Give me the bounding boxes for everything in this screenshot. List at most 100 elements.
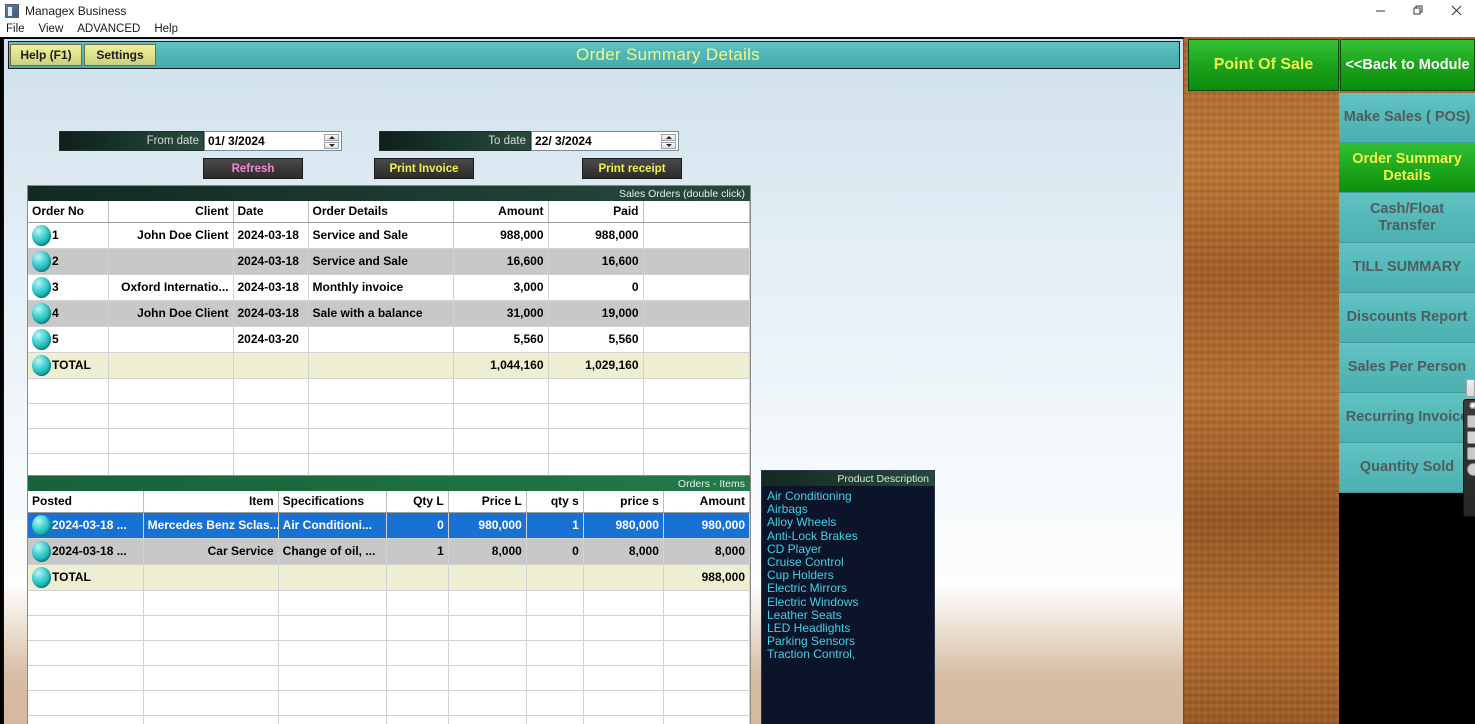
cell-paid: 0 <box>548 274 643 300</box>
row-indicator-cell[interactable]: 3 <box>28 274 108 300</box>
close-icon[interactable] <box>1437 0 1475 21</box>
table-row[interactable]: 1 John Doe Client 2024-03-18 Service and… <box>28 222 750 248</box>
col-specifications[interactable]: Specifications <box>278 491 386 512</box>
cell-qty-l: 1 <box>386 538 448 564</box>
row-indicator-cell[interactable]: 2 <box>28 248 108 274</box>
toolbar-button-1-icon[interactable] <box>1467 415 1475 428</box>
row-indicator-cell[interactable]: 2024-03-18 ... <box>28 538 143 564</box>
list-item[interactable]: Anti-Lock Brakes <box>767 530 930 543</box>
from-date-input[interactable]: 01/ 3/2024 <box>204 131 342 151</box>
cell-total-item <box>143 564 278 590</box>
scrollbar-thumb[interactable] <box>1466 379 1475 397</box>
col-client[interactable]: Client <box>108 201 233 222</box>
col-date[interactable]: Date <box>233 201 308 222</box>
col-qty-l[interactable]: Qty L <box>386 491 448 512</box>
cell-order-no: 4 <box>52 306 59 320</box>
spinner-up-icon[interactable] <box>324 134 339 141</box>
cell-price-s: 8,000 <box>583 538 663 564</box>
sidebar-item-make-sales[interactable]: Make Sales ( POS) <box>1339 93 1475 143</box>
menu-item-view[interactable]: View <box>39 23 64 35</box>
col-order-no[interactable]: Order No <box>28 201 108 222</box>
list-item[interactable]: Alloy Wheels <box>767 516 930 529</box>
print-receipt-button[interactable]: Print receipt <box>582 158 682 179</box>
sidebar-item-sales-per-person[interactable]: Sales Per Person <box>1339 343 1475 393</box>
menu-item-advanced[interactable]: ADVANCED <box>77 23 140 35</box>
form-toolbar: Help (F1) Settings Order Summary Details <box>8 41 1180 69</box>
spinner-down-icon[interactable] <box>324 142 339 149</box>
row-bullet-icon <box>32 251 51 272</box>
col-paid[interactable]: Paid <box>548 201 643 222</box>
cell-total-label: TOTAL <box>52 358 91 372</box>
col-price-l[interactable]: Price L <box>448 491 526 512</box>
settings-button[interactable]: Settings <box>84 44 156 66</box>
col-amount[interactable]: Amount <box>453 201 548 222</box>
cell-client: Oxford Internatio... <box>108 274 233 300</box>
table-row[interactable]: 3 Oxford Internatio... 2024-03-18 Monthl… <box>28 274 750 300</box>
sales-orders-header-row: Order No Client Date Order Details Amoun… <box>28 201 750 222</box>
menu-item-file[interactable]: File <box>6 23 25 35</box>
empty-cell <box>143 590 278 615</box>
table-row-empty[interactable] <box>28 615 750 640</box>
toolbar-button-3-icon[interactable] <box>1467 447 1475 460</box>
toolbar-button-2-icon[interactable] <box>1467 431 1475 444</box>
to-date-input[interactable]: 22/ 3/2024 <box>531 131 679 151</box>
table-row-selected[interactable]: 2024-03-18 ... Mercedes Benz Sclas... Ai… <box>28 512 750 538</box>
row-indicator-cell[interactable]: 2024-03-18 ... <box>28 512 143 538</box>
row-indicator-cell[interactable]: 5 <box>28 326 108 352</box>
table-row-empty[interactable] <box>28 690 750 715</box>
sidebar-item-recurring-invoice[interactable]: Recurring Invoice <box>1339 393 1475 443</box>
back-to-module-label: <<Back to Module <box>1345 57 1469 73</box>
col-order-details[interactable]: Order Details <box>308 201 453 222</box>
sidebar-item-order-summary-details[interactable]: Order Summary Details <box>1339 143 1475 193</box>
restore-icon[interactable] <box>1399 0 1437 21</box>
back-to-module-button[interactable]: <<Back to Module <box>1340 39 1475 91</box>
to-date-spinner[interactable] <box>661 134 676 149</box>
col-qty-s[interactable]: qty s <box>526 491 583 512</box>
point-of-sale-button[interactable]: Point Of Sale <box>1188 39 1339 91</box>
cell-date: 2024-03-20 <box>233 326 308 352</box>
sidebar-item-label: Quantity Sold <box>1360 459 1454 476</box>
col-item-amount[interactable]: Amount <box>663 491 749 512</box>
table-row-empty[interactable] <box>28 640 750 665</box>
list-item[interactable]: Electric Mirrors <box>767 582 930 595</box>
table-row[interactable]: 2 2024-03-18 Service and Sale 16,600 16,… <box>28 248 750 274</box>
table-row[interactable]: 4 John Doe Client 2024-03-18 Sale with a… <box>28 300 750 326</box>
table-row-empty[interactable] <box>28 665 750 690</box>
spinner-up-icon[interactable] <box>661 134 676 141</box>
row-indicator-cell[interactable]: 4 <box>28 300 108 326</box>
table-row-empty[interactable] <box>28 590 750 615</box>
col-price-s[interactable]: price s <box>583 491 663 512</box>
col-posted[interactable]: Posted <box>28 491 143 512</box>
sidebar-item-quantity-sold[interactable]: Quantity Sold <box>1339 443 1475 493</box>
row-indicator-cell[interactable]: 1 <box>28 222 108 248</box>
refresh-button[interactable]: Refresh <box>203 158 303 179</box>
menubar: File View ADVANCED Help <box>0 21 1475 37</box>
col-item[interactable]: Item <box>143 491 278 512</box>
table-row[interactable]: 2024-03-18 ... Car Service Change of oil… <box>28 538 750 564</box>
spinner-down-icon[interactable] <box>661 142 676 149</box>
product-description-list[interactable]: Air Conditioning Airbags Alloy Wheels An… <box>762 486 934 666</box>
order-items-grid[interactable]: Orders - Items Posted Item Specification… <box>27 475 751 724</box>
minimize-icon[interactable] <box>1361 0 1399 21</box>
sidebar-item-discounts-report[interactable]: Discounts Report <box>1339 293 1475 343</box>
print-invoice-button[interactable]: Print Invoice <box>374 158 474 179</box>
print-receipt-button-label: Print receipt <box>598 163 665 175</box>
from-date-spinner[interactable] <box>324 134 339 149</box>
sidebar-item-cash-float-transfer[interactable]: Cash/Float Transfer <box>1339 193 1475 243</box>
menu-item-help[interactable]: Help <box>154 23 178 35</box>
table-row-empty[interactable] <box>28 403 750 428</box>
toolbar-button-4-icon[interactable] <box>1467 463 1475 476</box>
table-row-empty[interactable] <box>28 715 750 724</box>
floating-toolbar[interactable]: ✺ <box>1463 399 1475 517</box>
star-icon[interactable]: ✺ <box>1469 402 1475 412</box>
empty-cell <box>28 715 143 724</box>
help-f1-button[interactable]: Help (F1) <box>10 44 82 66</box>
list-item[interactable]: Traction Control, <box>767 648 930 661</box>
table-row[interactable]: 5 2024-03-20 5,560 5,560 <box>28 326 750 352</box>
list-item[interactable]: Electric Windows <box>767 596 930 609</box>
table-row-empty[interactable] <box>28 378 750 403</box>
product-description-panel[interactable]: Product Description Air Conditioning Air… <box>761 470 935 724</box>
sidebar-item-till-summary[interactable]: TILL SUMMARY <box>1339 243 1475 293</box>
sales-orders-grid[interactable]: Sales Orders (double click) Order No Cli… <box>27 185 751 489</box>
table-row-empty[interactable] <box>28 428 750 453</box>
